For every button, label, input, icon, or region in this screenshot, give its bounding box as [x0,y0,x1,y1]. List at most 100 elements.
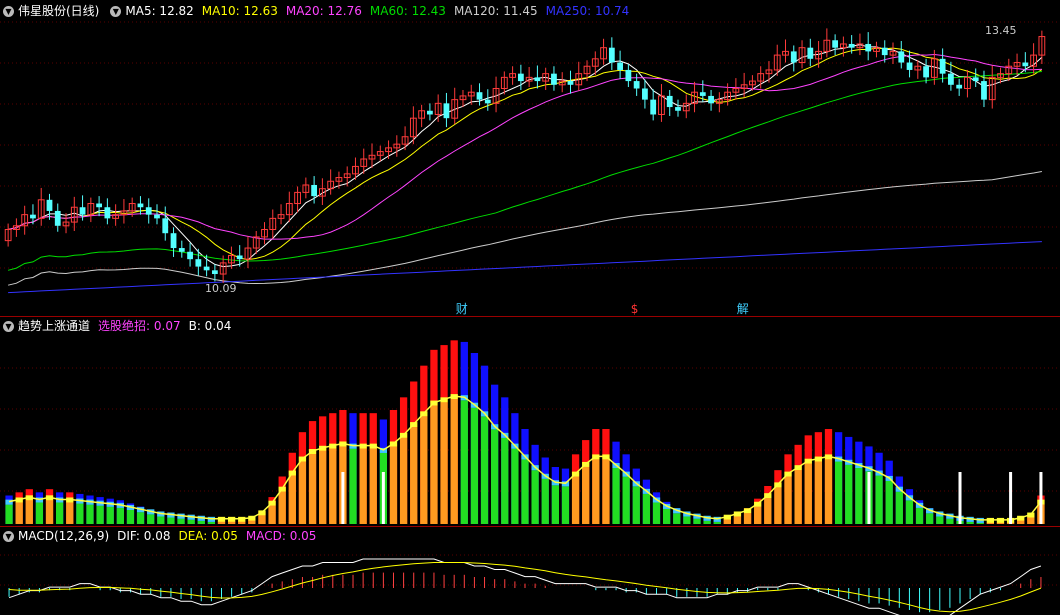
candle-body [443,103,450,119]
trend-inner-bar [167,517,175,524]
trend-inner-bar [66,502,74,524]
trend-inner-bar [45,500,54,524]
candle-body [625,69,632,82]
candle-body [675,107,681,111]
trend-inner-bar [976,522,984,524]
trend-inner-bar [895,491,903,524]
trend-inner-bar [308,454,317,524]
candle-body [311,184,318,197]
trend-inner-bar [703,520,711,524]
trend-inner-bar [440,402,448,524]
price-low-label: 10.09 [205,282,237,295]
trend-inner-bar [642,493,651,524]
candle-body [1022,62,1029,67]
candle-body [484,99,491,104]
trend-inner-bar [197,520,205,524]
trend-inner-bar [582,466,590,524]
macd-series [8,558,1042,615]
trend-inner-bar [551,485,559,524]
candle-body [104,207,111,219]
trend-inner-bar [622,476,630,524]
trend-inner-bar [693,518,701,524]
trend-inner-bar [106,506,114,524]
candle-body [211,270,218,275]
candle-body [476,92,483,100]
chart-canvas[interactable]: 13.45 10.09 财 $ 解 [0,0,1060,615]
candle-body [832,40,839,48]
trend-inner-bar [996,522,1005,524]
trend-inner-bar [480,416,489,524]
trend-inner-bar [804,463,812,524]
trend-inner-bar [369,448,377,524]
candle-body [939,58,946,74]
ma5-line [7,44,1043,268]
trend-inner-bar [389,446,398,524]
trend-inner-bar [450,399,458,524]
event-marker-1: $ [631,302,639,316]
signal-bar [1039,472,1043,524]
candle-body [906,62,913,70]
candle-body [170,233,177,249]
trend-inner-bar [1017,520,1025,524]
trend-inner-bar [319,450,327,524]
trend-inner-bar [248,520,256,524]
trend-inner-bar [531,470,539,524]
trend-inner-bar [268,505,276,524]
candle-body [203,266,210,271]
signal-bar [381,472,385,524]
trend-inner-bar [329,448,337,524]
candle-body [551,73,557,85]
trend-inner-bar [227,521,236,524]
trend-inner-bar [834,461,843,524]
candle-body [642,88,648,100]
trend-inner-bar [926,513,934,524]
trend-inner-bar [652,502,661,524]
trend-inner-bar [86,504,94,524]
candle-body [154,214,160,219]
event-marker-0: 财 [456,302,468,316]
price-high-label: 13.45 [985,24,1017,37]
trend-inner-bar [966,521,974,524]
candle-body [807,47,814,59]
trend-inner-bar [187,519,195,524]
trend-inner-bar [733,516,742,524]
trend-inner-bar [410,427,418,524]
trend-inner-bar [592,459,600,524]
trend-inner-bar [35,502,44,524]
trend-inner-bar [764,498,772,524]
event-markers: 财 $ 解 [456,302,749,316]
trend-inner-bar [946,518,954,524]
trend-inner-bar [936,516,944,524]
trend-inner-bar [986,522,995,524]
trend-inner-bar [258,515,266,524]
candle-body [96,203,102,208]
trend-inner-bar [177,518,185,524]
trend-inner-bar [571,476,580,524]
trend-inner-bar [713,521,721,524]
candle-body [30,214,36,219]
candle-body [195,259,202,267]
trend-inner-bar [207,521,216,524]
trend-inner-bar [5,504,13,524]
trend-inner-bar [55,502,64,524]
signal-bar [867,472,871,524]
trend-inner-bar [521,459,529,524]
trend-inner-bar [541,478,549,524]
trend-inner-bar [612,468,620,524]
candlestick-series [4,28,1046,283]
candle-body [923,66,929,78]
signal-bar [958,472,962,524]
trend-inner-bar [288,475,296,524]
trend-inner-bar [359,448,367,524]
trend-inner-bar [76,503,84,524]
trend-inner-bar [673,513,681,524]
trend-inner-bar [885,480,893,524]
candle-body [236,255,243,260]
trend-inner-bar [814,461,823,524]
trend-inner-bar [470,407,479,524]
trend-inner-bar [15,502,23,524]
trend-inner-bar [420,416,428,524]
trend-inner-bar [136,512,145,524]
candle-body [534,77,541,82]
trend-inner-bar [116,507,124,524]
